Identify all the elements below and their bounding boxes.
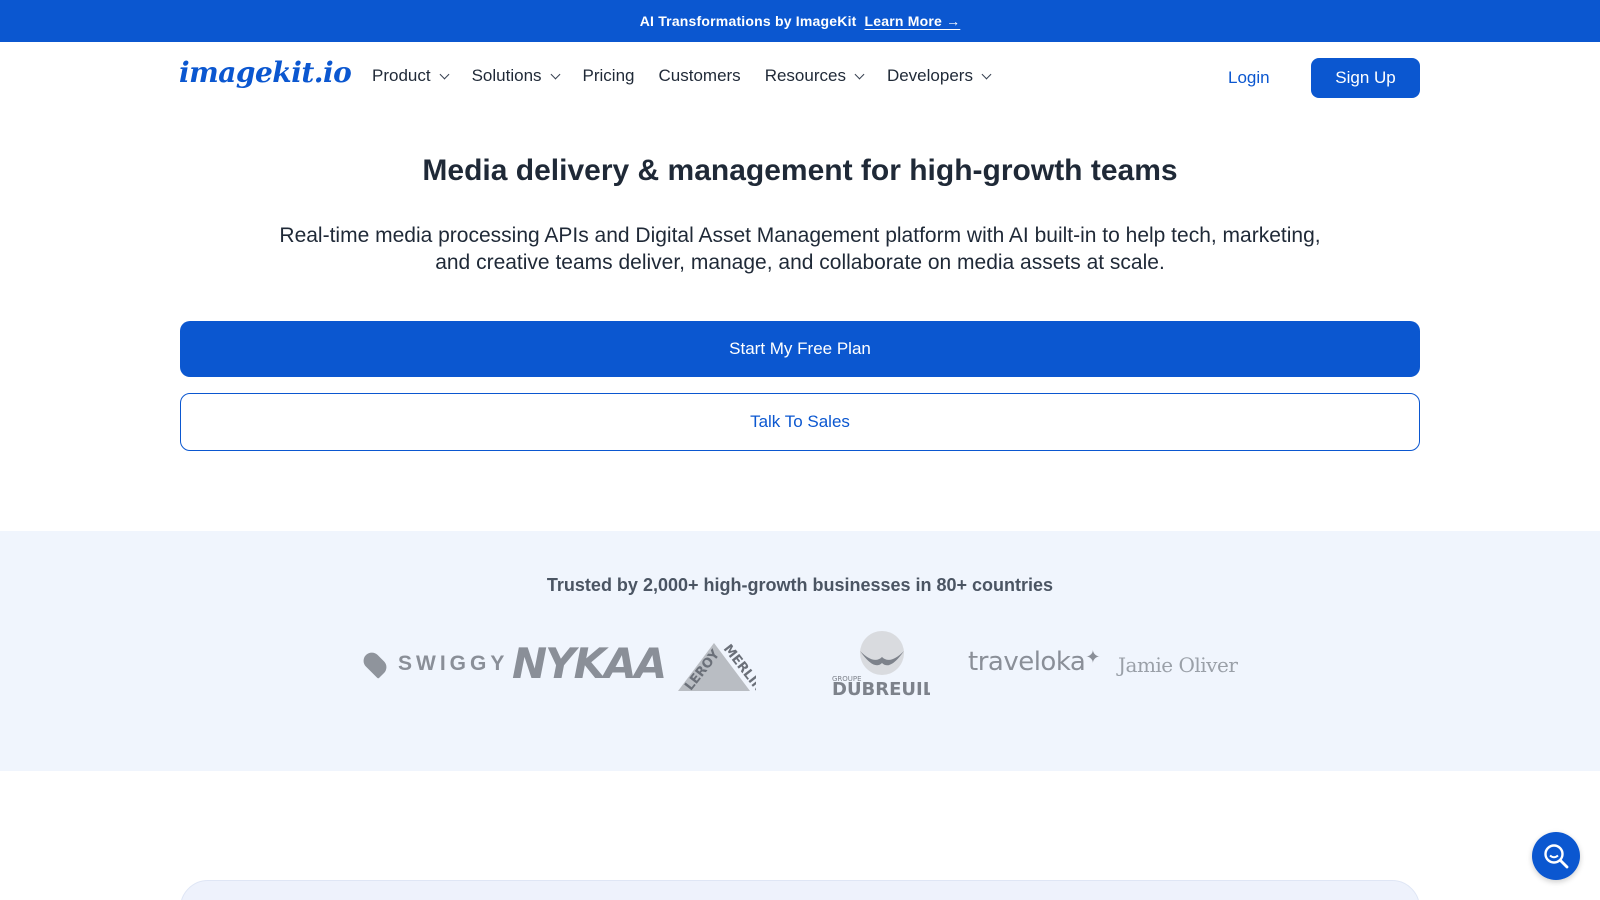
swiggy-pin-icon: [360, 649, 390, 679]
feature-panel: [180, 880, 1420, 900]
svg-text:DUBREUIL: DUBREUIL: [832, 679, 930, 697]
nav-item-label: Resources: [765, 66, 846, 86]
traveloka-logo: traveloka✦: [968, 647, 1100, 677]
nav-item-solutions[interactable]: Solutions: [472, 66, 559, 86]
chevron-down-icon: [982, 69, 992, 79]
hero-title: Media delivery & management for high-gro…: [0, 154, 1600, 188]
announcement-bar: AI Transformations by ImageKit Learn Mor…: [0, 0, 1600, 42]
start-free-plan-button[interactable]: Start My Free Plan: [180, 321, 1420, 377]
swiggy-wordmark: SWIGGY: [398, 652, 508, 676]
nav-item-product[interactable]: Product: [372, 66, 448, 86]
nav-item-customers[interactable]: Customers: [659, 66, 741, 86]
talk-to-sales-button[interactable]: Talk To Sales: [180, 393, 1420, 451]
nav-item-label: Product: [372, 66, 431, 86]
nav-item-label: Customers: [659, 66, 741, 86]
trusted-section: Trusted by 2,000+ high-growth businesses…: [0, 531, 1600, 771]
nav-item-pricing[interactable]: Pricing: [583, 66, 635, 86]
leroy-merlin-logo: LEROY MERLIN: [672, 637, 756, 693]
jamie-oliver-logo: Jamie Oliver: [1118, 653, 1237, 677]
nykaa-logo: NYKAA: [512, 639, 665, 688]
hero-subtitle: Real-time media processing APIs and Digi…: [270, 222, 1330, 276]
customer-logos: SWIGGY NYKAA LEROY MERLIN GROUPE DUBREUI…: [360, 631, 1260, 701]
bird-icon: ✦: [1085, 647, 1100, 668]
traveloka-wordmark: traveloka: [968, 647, 1085, 677]
nav-menu: Product Solutions Pricing Customers Reso…: [372, 66, 1014, 86]
imagekit-logo[interactable]: imagekit.io: [179, 56, 351, 89]
chevron-down-icon: [855, 69, 865, 79]
groupe-dubreuil-logo: GROUPE DUBREUIL: [830, 631, 930, 697]
nav-item-developers[interactable]: Developers: [887, 66, 990, 86]
top-nav: imagekit.io Product Solutions Pricing Cu…: [0, 42, 1600, 114]
chevron-down-icon: [550, 69, 560, 79]
sign-up-button[interactable]: Sign Up: [1311, 58, 1420, 98]
nav-item-label: Pricing: [583, 66, 635, 86]
chevron-down-icon: [439, 69, 449, 79]
nav-item-resources[interactable]: Resources: [765, 66, 863, 86]
nav-item-label: Solutions: [472, 66, 542, 86]
announcement-text: AI Transformations by ImageKit: [640, 13, 857, 29]
swiggy-logo: SWIGGY: [364, 647, 508, 681]
search-icon: [1542, 842, 1570, 870]
login-link[interactable]: Login: [1228, 68, 1270, 88]
nav-item-label: Developers: [887, 66, 973, 86]
trusted-title: Trusted by 2,000+ high-growth businesses…: [0, 575, 1600, 596]
search-button[interactable]: [1532, 832, 1580, 880]
learn-more-link[interactable]: Learn More →: [865, 13, 961, 29]
